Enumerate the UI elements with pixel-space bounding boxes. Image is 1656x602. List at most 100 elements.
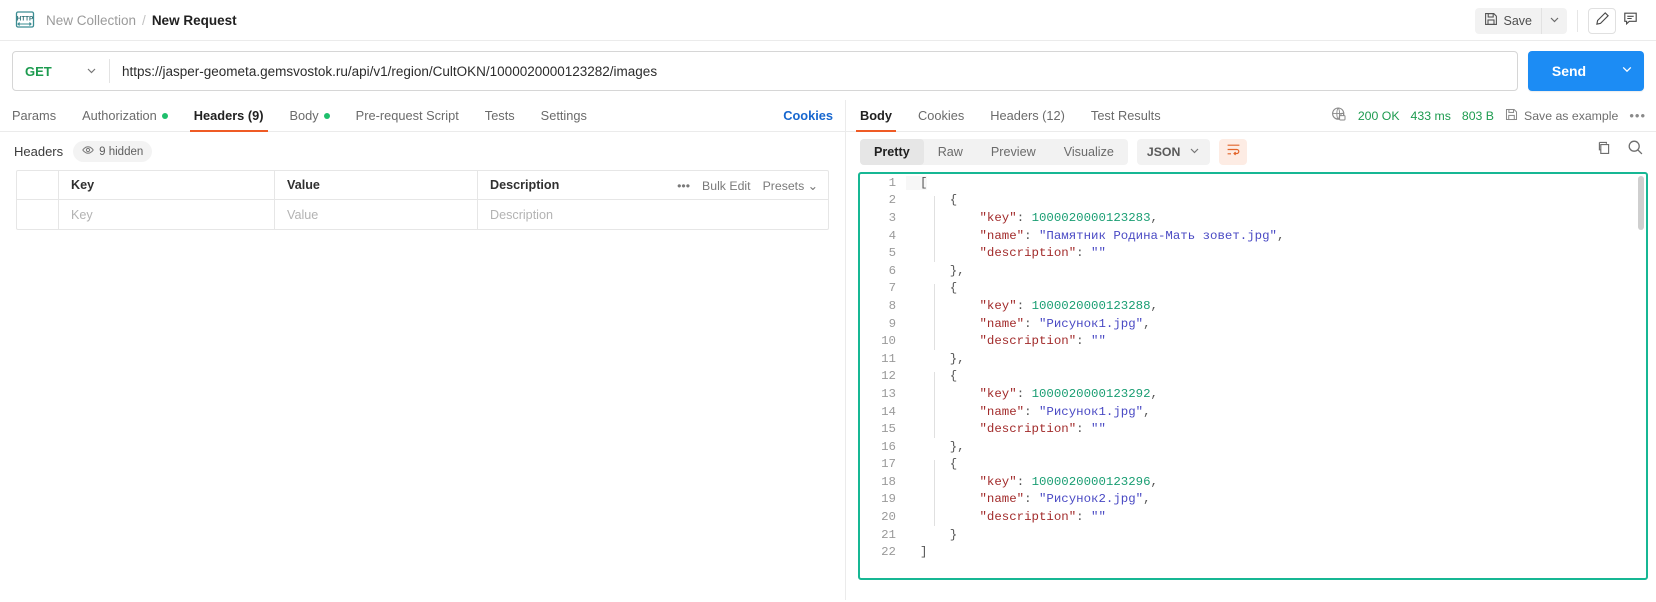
line-number: 9 — [888, 316, 896, 331]
tab-label: Body — [289, 108, 319, 123]
token-punct: ] — [920, 545, 928, 560]
top-bar: HTTP New Collection / New Request Save — [0, 0, 1656, 41]
method-url-group: GET — [12, 51, 1518, 91]
response-body-scrollbar[interactable] — [1638, 176, 1644, 230]
token-punct: , — [1150, 210, 1158, 225]
code-line: 10 "description": "" — [860, 332, 1646, 350]
send-dropdown-button[interactable] — [1610, 51, 1644, 91]
globe-lock-icon[interactable] — [1331, 106, 1347, 125]
url-input[interactable] — [110, 52, 1517, 90]
response-tab-body[interactable]: Body — [856, 108, 896, 132]
response-view-visualize[interactable]: Visualize — [1050, 139, 1128, 165]
tab-label: Pre-request Script — [355, 108, 459, 123]
headers-table-actions: ••• Bulk Edit Presets ⌄ — [677, 171, 828, 200]
line-number: 1 — [888, 175, 896, 190]
request-tab-body[interactable]: Body — [290, 108, 330, 132]
token-punct: , — [1143, 404, 1151, 419]
save-icon — [1484, 12, 1498, 29]
request-tab-authorization[interactable]: Authorization — [82, 108, 168, 132]
cookies-link[interactable]: Cookies — [783, 108, 833, 123]
hidden-headers-badge[interactable]: 9 hidden — [73, 141, 153, 162]
response-tab-cookies[interactable]: Cookies — [918, 108, 964, 132]
response-tab-test-results[interactable]: Test Results — [1091, 108, 1161, 132]
response-view-raw[interactable]: Raw — [924, 139, 977, 165]
token-key: "description" — [979, 422, 1077, 437]
hidden-headers-label: 9 hidden — [99, 145, 144, 158]
token-key: "description" — [979, 246, 1077, 261]
edit-request-button[interactable] — [1588, 7, 1616, 34]
token-punct: [ — [920, 175, 928, 190]
code-line-text: "name": "Рисунок1.jpg", — [906, 405, 1151, 419]
response-tab-headers-12[interactable]: Headers (12) — [990, 108, 1065, 132]
token-key: "key" — [979, 210, 1017, 225]
request-tab-pre-request-script[interactable]: Pre-request Script — [356, 108, 459, 132]
line-number: 18 — [881, 474, 896, 489]
token-key: "name" — [979, 316, 1025, 331]
code-line-text: "description": "" — [906, 246, 1106, 260]
line-number: 21 — [881, 527, 896, 542]
breadcrumb-collection[interactable]: New Collection — [46, 13, 136, 28]
send-button[interactable]: Send — [1528, 51, 1610, 91]
request-tabs: Params Authorization Headers (9) Body Pre-re… — [0, 100, 845, 132]
eye-icon — [82, 144, 94, 159]
main-split: Params Authorization Headers (9) Body Pre-re… — [0, 100, 1656, 600]
word-wrap-toggle[interactable] — [1219, 139, 1248, 165]
presets-button[interactable]: Presets ⌄ — [763, 179, 818, 193]
copy-button[interactable] — [1597, 140, 1613, 161]
bulk-edit-button[interactable]: Bulk Edit — [702, 179, 751, 193]
breadcrumb-separator: / — [142, 12, 146, 28]
row-description-input[interactable]: Description — [478, 200, 828, 229]
code-line: 11 }, — [860, 350, 1646, 368]
token-punct: { — [949, 281, 958, 296]
response-view-preview[interactable]: Preview — [977, 139, 1050, 165]
http-method-select[interactable]: GET — [13, 52, 109, 90]
svg-text:HTTP: HTTP — [17, 16, 33, 23]
token-punct: : — [1024, 228, 1039, 243]
column-header-value: Value — [275, 171, 478, 199]
line-number: 3 — [888, 210, 896, 225]
headers-table-head: Key Value Description ••• Bulk Edit Pres… — [17, 171, 828, 200]
headers-table-row[interactable]: Key Value Description — [17, 200, 828, 229]
request-tab-headers[interactable]: Headers (9) — [189, 108, 268, 132]
row-checkbox-cell[interactable] — [17, 200, 59, 229]
chevron-down-icon — [1549, 12, 1560, 30]
ellipsis-icon[interactable]: ••• — [677, 179, 690, 193]
select-all-cell[interactable] — [17, 171, 59, 199]
line-number: 5 — [888, 246, 896, 261]
response-format-select[interactable]: JSON — [1136, 139, 1211, 165]
code-line: 22] — [860, 543, 1646, 561]
save-as-example-button[interactable]: Save as example — [1505, 108, 1618, 124]
row-value-input[interactable]: Value — [275, 200, 478, 229]
response-format-value: JSON — [1146, 145, 1181, 159]
code-line: 12 { — [860, 368, 1646, 386]
response-body-viewer[interactable]: 1[2 {3 "key": 1000020000123283, 4 "name":… — [858, 172, 1648, 580]
code-fold-guide — [934, 371, 935, 438]
token-punct: , — [1150, 386, 1158, 401]
search-button[interactable] — [1627, 139, 1644, 161]
response-more-button[interactable]: ••• — [1629, 108, 1646, 123]
breadcrumb-request[interactable]: New Request — [152, 13, 237, 28]
response-toolbar: Pretty Raw Preview Visualize JSON — [846, 132, 1656, 172]
code-line: 1[ — [860, 174, 1646, 192]
save-button[interactable]: Save — [1475, 8, 1542, 34]
code-line-text: "name": "Рисунок2.jpg", — [906, 492, 1151, 506]
code-line-text: } — [906, 528, 957, 542]
response-view-pretty[interactable]: Pretty — [860, 139, 924, 165]
token-punct: : — [1016, 386, 1032, 401]
comment-button[interactable] — [1616, 8, 1644, 34]
save-dropdown-button[interactable] — [1541, 7, 1567, 34]
token-str: "" — [1091, 422, 1106, 437]
token-key: "name" — [979, 492, 1025, 507]
code-line: 5 "description": "" — [860, 244, 1646, 262]
code-line-text: "name": "Памятник Родина-Мать зовет.jpg"… — [906, 228, 1285, 243]
token-punct: { — [949, 193, 958, 208]
row-key-input[interactable]: Key — [59, 200, 275, 229]
line-number: 7 — [888, 281, 896, 296]
request-tab-params[interactable]: Params — [12, 108, 56, 132]
code-line-text: "description": "" — [906, 422, 1106, 436]
token-str: "Памятник Родина-Мать зовет.jpg" — [1039, 228, 1277, 243]
code-fold-guide — [934, 195, 935, 262]
tab-label: Authorization — [82, 108, 157, 123]
request-tab-settings[interactable]: Settings — [541, 108, 587, 132]
request-tab-tests[interactable]: Tests — [485, 108, 515, 132]
